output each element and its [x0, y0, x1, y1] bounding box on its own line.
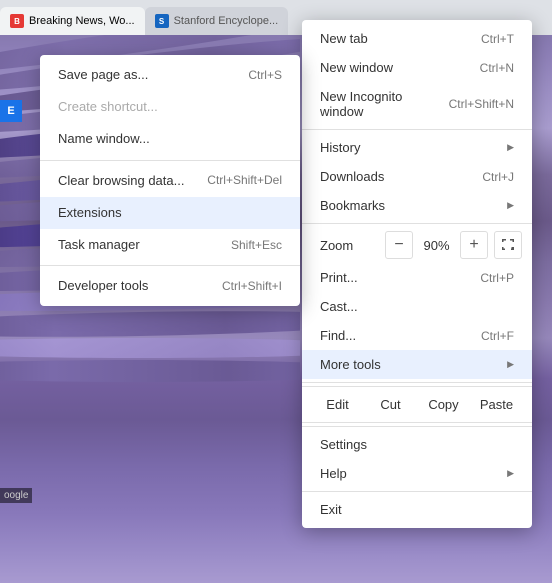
- menu-print[interactable]: Print... Ctrl+P: [302, 263, 532, 292]
- more-tools-submenu: Save page as... Ctrl+S Create shortcut..…: [40, 55, 300, 306]
- menu-developer-tools[interactable]: Developer tools Ctrl+Shift+I: [40, 270, 300, 302]
- menu-clear-browsing[interactable]: Clear browsing data... Ctrl+Shift+Del: [40, 165, 300, 197]
- right-sep-4: [302, 426, 532, 427]
- tab1-favicon: B: [10, 14, 24, 28]
- menu-create-shortcut[interactable]: Create shortcut...: [40, 91, 300, 123]
- downloads-shortcut: Ctrl+J: [482, 170, 514, 184]
- fullscreen-button[interactable]: [494, 231, 522, 259]
- zoom-increase-button[interactable]: +: [460, 231, 488, 259]
- extension-badge: E: [0, 100, 22, 122]
- right-sep-1: [302, 129, 532, 130]
- print-label: Print...: [320, 270, 358, 285]
- chrome-main-menu: New tab Ctrl+T New window Ctrl+N New Inc…: [302, 20, 532, 528]
- menu-history[interactable]: History: [302, 133, 532, 162]
- menu-new-window[interactable]: New window Ctrl+N: [302, 53, 532, 82]
- new-window-label: New window: [320, 60, 393, 75]
- cast-label: Cast...: [320, 299, 358, 314]
- dev-tools-label: Developer tools: [58, 277, 148, 295]
- exit-label: Exit: [320, 502, 342, 517]
- extensions-label: Extensions: [58, 204, 122, 222]
- zoom-value: 90%: [419, 238, 454, 253]
- tab1-title: Breaking News, Wo...: [29, 15, 135, 27]
- zoom-label: Zoom: [312, 238, 379, 253]
- right-sep-3: [302, 382, 532, 383]
- tab2-favicon: S: [155, 14, 169, 28]
- task-manager-label: Task manager: [58, 236, 140, 254]
- find-label: Find...: [320, 328, 356, 343]
- copy-button[interactable]: Copy: [418, 391, 469, 418]
- menu-find[interactable]: Find... Ctrl+F: [302, 321, 532, 350]
- clear-browsing-shortcut: Ctrl+Shift+Del: [207, 172, 282, 189]
- menu-save-page[interactable]: Save page as... Ctrl+S: [40, 59, 300, 91]
- menu-new-tab[interactable]: New tab Ctrl+T: [302, 24, 532, 53]
- fullscreen-icon: [501, 238, 515, 252]
- edit-button[interactable]: Edit: [312, 391, 363, 418]
- cut-button[interactable]: Cut: [365, 391, 416, 418]
- menu-bookmarks[interactable]: Bookmarks: [302, 191, 532, 220]
- settings-label: Settings: [320, 437, 367, 452]
- right-sep-2: [302, 223, 532, 224]
- menu-settings[interactable]: Settings: [302, 430, 532, 459]
- menu-exit[interactable]: Exit: [302, 495, 532, 524]
- zoom-control-row: Zoom − 90% +: [302, 227, 532, 263]
- menu-cast[interactable]: Cast...: [302, 292, 532, 321]
- new-tab-shortcut: Ctrl+T: [481, 32, 514, 46]
- tab2-title: Stanford Encyclope...: [174, 15, 279, 27]
- find-shortcut: Ctrl+F: [481, 329, 514, 343]
- menu-name-window[interactable]: Name window...: [40, 123, 300, 155]
- paste-button[interactable]: Paste: [471, 391, 522, 418]
- bottom-text-badge: oogle: [0, 488, 32, 503]
- menu-extensions[interactable]: Extensions: [40, 197, 300, 229]
- edit-row: Edit Cut Copy Paste: [302, 386, 532, 423]
- save-page-shortcut: Ctrl+S: [248, 67, 282, 84]
- menu-task-manager[interactable]: Task manager Shift+Esc: [40, 229, 300, 261]
- history-label: History: [320, 140, 360, 155]
- menu-more-tools[interactable]: More tools: [302, 350, 532, 379]
- clear-browsing-label: Clear browsing data...: [58, 172, 184, 190]
- save-page-label: Save page as...: [58, 66, 148, 84]
- new-tab-label: New tab: [320, 31, 368, 46]
- task-manager-shortcut: Shift+Esc: [231, 237, 282, 254]
- downloads-label: Downloads: [320, 169, 384, 184]
- left-sep-1: [40, 160, 300, 161]
- left-sep-2: [40, 265, 300, 266]
- menu-new-incognito[interactable]: New Incognito window Ctrl+Shift+N: [302, 82, 532, 126]
- new-window-shortcut: Ctrl+N: [480, 61, 514, 75]
- dev-tools-shortcut: Ctrl+Shift+I: [222, 278, 282, 295]
- menu-downloads[interactable]: Downloads Ctrl+J: [302, 162, 532, 191]
- zoom-decrease-button[interactable]: −: [385, 231, 413, 259]
- menu-help[interactable]: Help: [302, 459, 532, 488]
- more-tools-label: More tools: [320, 357, 381, 372]
- new-incognito-label: New Incognito window: [320, 89, 449, 119]
- new-incognito-shortcut: Ctrl+Shift+N: [449, 97, 514, 111]
- tab-2[interactable]: S Stanford Encyclope...: [145, 7, 289, 35]
- bookmarks-label: Bookmarks: [320, 198, 385, 213]
- name-window-label: Name window...: [58, 130, 150, 148]
- help-label: Help: [320, 466, 347, 481]
- print-shortcut: Ctrl+P: [480, 271, 514, 285]
- right-sep-5: [302, 491, 532, 492]
- tab-1[interactable]: B Breaking News, Wo...: [0, 7, 145, 35]
- create-shortcut-label: Create shortcut...: [58, 98, 158, 116]
